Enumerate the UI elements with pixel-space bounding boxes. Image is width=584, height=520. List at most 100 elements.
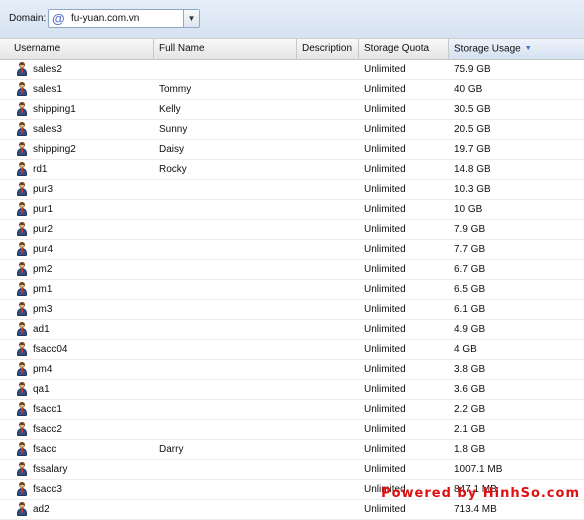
cell-description — [297, 280, 359, 299]
cell-username: fssalary — [9, 460, 154, 479]
chevron-down-icon[interactable]: ▼ — [183, 10, 199, 27]
column-header-storage-quota[interactable]: Storage Quota — [359, 39, 449, 59]
cell-storage-quota: Unlimited — [364, 444, 406, 455]
cell-full-name — [154, 320, 297, 339]
table-row[interactable]: sales3 Sunny Unlimited 20.5 GB — [0, 120, 584, 140]
cell-full-name — [154, 480, 297, 499]
sort-descending-icon: ▼ — [524, 45, 532, 52]
user-icon — [16, 61, 28, 76]
column-header-storage-usage[interactable]: Storage Usage ▼ — [449, 39, 584, 59]
domain-select[interactable]: @ fu-yuan.com.vn ▼ — [48, 9, 200, 28]
cell-description — [297, 340, 359, 359]
cell-storage-quota: Unlimited — [364, 224, 406, 235]
cell-storage-quota: Unlimited — [364, 464, 406, 475]
cell-description — [297, 160, 359, 179]
table-row[interactable]: pm3 Unlimited 6.1 GB — [0, 300, 584, 320]
table-row[interactable]: rd1 Rocky Unlimited 14.8 GB — [0, 160, 584, 180]
column-header-username[interactable]: Username — [9, 39, 154, 59]
cell-storage-quota: Unlimited — [364, 264, 406, 275]
cell-description — [297, 120, 359, 139]
table-row[interactable]: sales1 Tommy Unlimited 40 GB — [0, 80, 584, 100]
table-row[interactable]: pm2 Unlimited 6.7 GB — [0, 260, 584, 280]
user-icon — [16, 81, 28, 96]
table-row[interactable]: ad2 Unlimited 713.4 MB — [0, 500, 584, 520]
cell-storage-usage: 10 GB — [454, 204, 483, 215]
domain-label: Domain: — [9, 13, 47, 24]
table-body: sales2 Unlimited 75.9 GB sales1 Tommy Unlimit… — [0, 60, 584, 520]
table-row[interactable]: pm1 Unlimited 6.5 GB — [0, 280, 584, 300]
cell-username: sales3 — [9, 120, 154, 139]
cell-storage-usage: 4.9 GB — [454, 324, 486, 335]
table-row[interactable]: shipping2 Daisy Unlimited 19.7 GB — [0, 140, 584, 160]
table-row[interactable]: pur3 Unlimited 10.3 GB — [0, 180, 584, 200]
cell-storage-usage: 6.7 GB — [454, 264, 486, 275]
cell-username: fsacc1 — [9, 400, 154, 419]
cell-username: pm4 — [9, 360, 154, 379]
table-row[interactable]: pur1 Unlimited 10 GB — [0, 200, 584, 220]
cell-storage-usage: 2.1 GB — [454, 424, 486, 435]
cell-storage-quota: Unlimited — [364, 364, 406, 375]
user-icon — [16, 381, 28, 396]
cell-username: sales2 — [9, 60, 154, 79]
cell-storage-usage: 7.9 GB — [454, 224, 486, 235]
table-row[interactable]: pur4 Unlimited 7.7 GB — [0, 240, 584, 260]
cell-storage-usage: 19.7 GB — [454, 144, 491, 155]
cell-username: pur3 — [9, 180, 154, 199]
cell-storage-usage: 3.8 GB — [454, 364, 486, 375]
cell-full-name — [154, 460, 297, 479]
cell-storage-usage: 10.3 GB — [454, 184, 491, 195]
column-header-full-name[interactable]: Full Name — [154, 39, 297, 59]
table-row[interactable]: fsacc04 Unlimited 4 GB — [0, 340, 584, 360]
cell-username: pur4 — [9, 240, 154, 259]
cell-description — [297, 180, 359, 199]
cell-username: pur1 — [9, 200, 154, 219]
cell-description — [297, 400, 359, 419]
cell-username: fsacc — [9, 440, 154, 459]
cell-storage-quota: Unlimited — [364, 424, 406, 435]
user-icon — [16, 481, 28, 496]
cell-full-name — [154, 220, 297, 239]
cell-full-name — [154, 200, 297, 219]
cell-full-name — [154, 60, 297, 79]
table-row[interactable]: pur2 Unlimited 7.9 GB — [0, 220, 584, 240]
cell-username: pur2 — [9, 220, 154, 239]
cell-description — [297, 300, 359, 319]
user-icon — [16, 341, 28, 356]
table-row[interactable]: sales2 Unlimited 75.9 GB — [0, 60, 584, 80]
cell-storage-usage: 14.8 GB — [454, 164, 491, 175]
cell-full-name — [154, 180, 297, 199]
table-row[interactable]: shipping1 Kelly Unlimited 30.5 GB — [0, 100, 584, 120]
cell-full-name — [154, 260, 297, 279]
cell-description — [297, 420, 359, 439]
table-row[interactable]: fssalary Unlimited 1007.1 MB — [0, 460, 584, 480]
user-icon — [16, 421, 28, 436]
table-row[interactable]: fsacc Darry Unlimited 1.8 GB — [0, 440, 584, 460]
cell-storage-quota: Unlimited — [364, 144, 406, 155]
cell-storage-quota: Unlimited — [364, 324, 406, 335]
table-row[interactable]: qa1 Unlimited 3.6 GB — [0, 380, 584, 400]
cell-username: ad2 — [9, 500, 154, 519]
table-row[interactable]: fsacc1 Unlimited 2.2 GB — [0, 400, 584, 420]
table-row[interactable]: fsacc2 Unlimited 2.1 GB — [0, 420, 584, 440]
domain-value: fu-yuan.com.vn — [71, 13, 140, 24]
column-header-description[interactable]: Description — [297, 39, 359, 59]
users-table: Username Full Name Description Storage Q… — [0, 38, 584, 520]
cell-storage-quota: Unlimited — [364, 124, 406, 135]
cell-full-name — [154, 360, 297, 379]
cell-storage-usage: 20.5 GB — [454, 124, 491, 135]
table-row[interactable]: pm4 Unlimited 3.8 GB — [0, 360, 584, 380]
table-row[interactable]: ad1 Unlimited 4.9 GB — [0, 320, 584, 340]
cell-username: rd1 — [9, 160, 154, 179]
user-icon — [16, 101, 28, 116]
user-icon — [16, 361, 28, 376]
cell-storage-quota: Unlimited — [364, 244, 406, 255]
watermark: Powered by HinhSo.com — [381, 486, 580, 501]
cell-description — [297, 480, 359, 499]
cell-full-name: Daisy — [159, 144, 185, 155]
cell-description — [297, 220, 359, 239]
cell-full-name — [154, 400, 297, 419]
cell-full-name — [154, 240, 297, 259]
user-icon — [16, 201, 28, 216]
cell-full-name — [154, 380, 297, 399]
cell-storage-usage: 4 GB — [454, 344, 477, 355]
